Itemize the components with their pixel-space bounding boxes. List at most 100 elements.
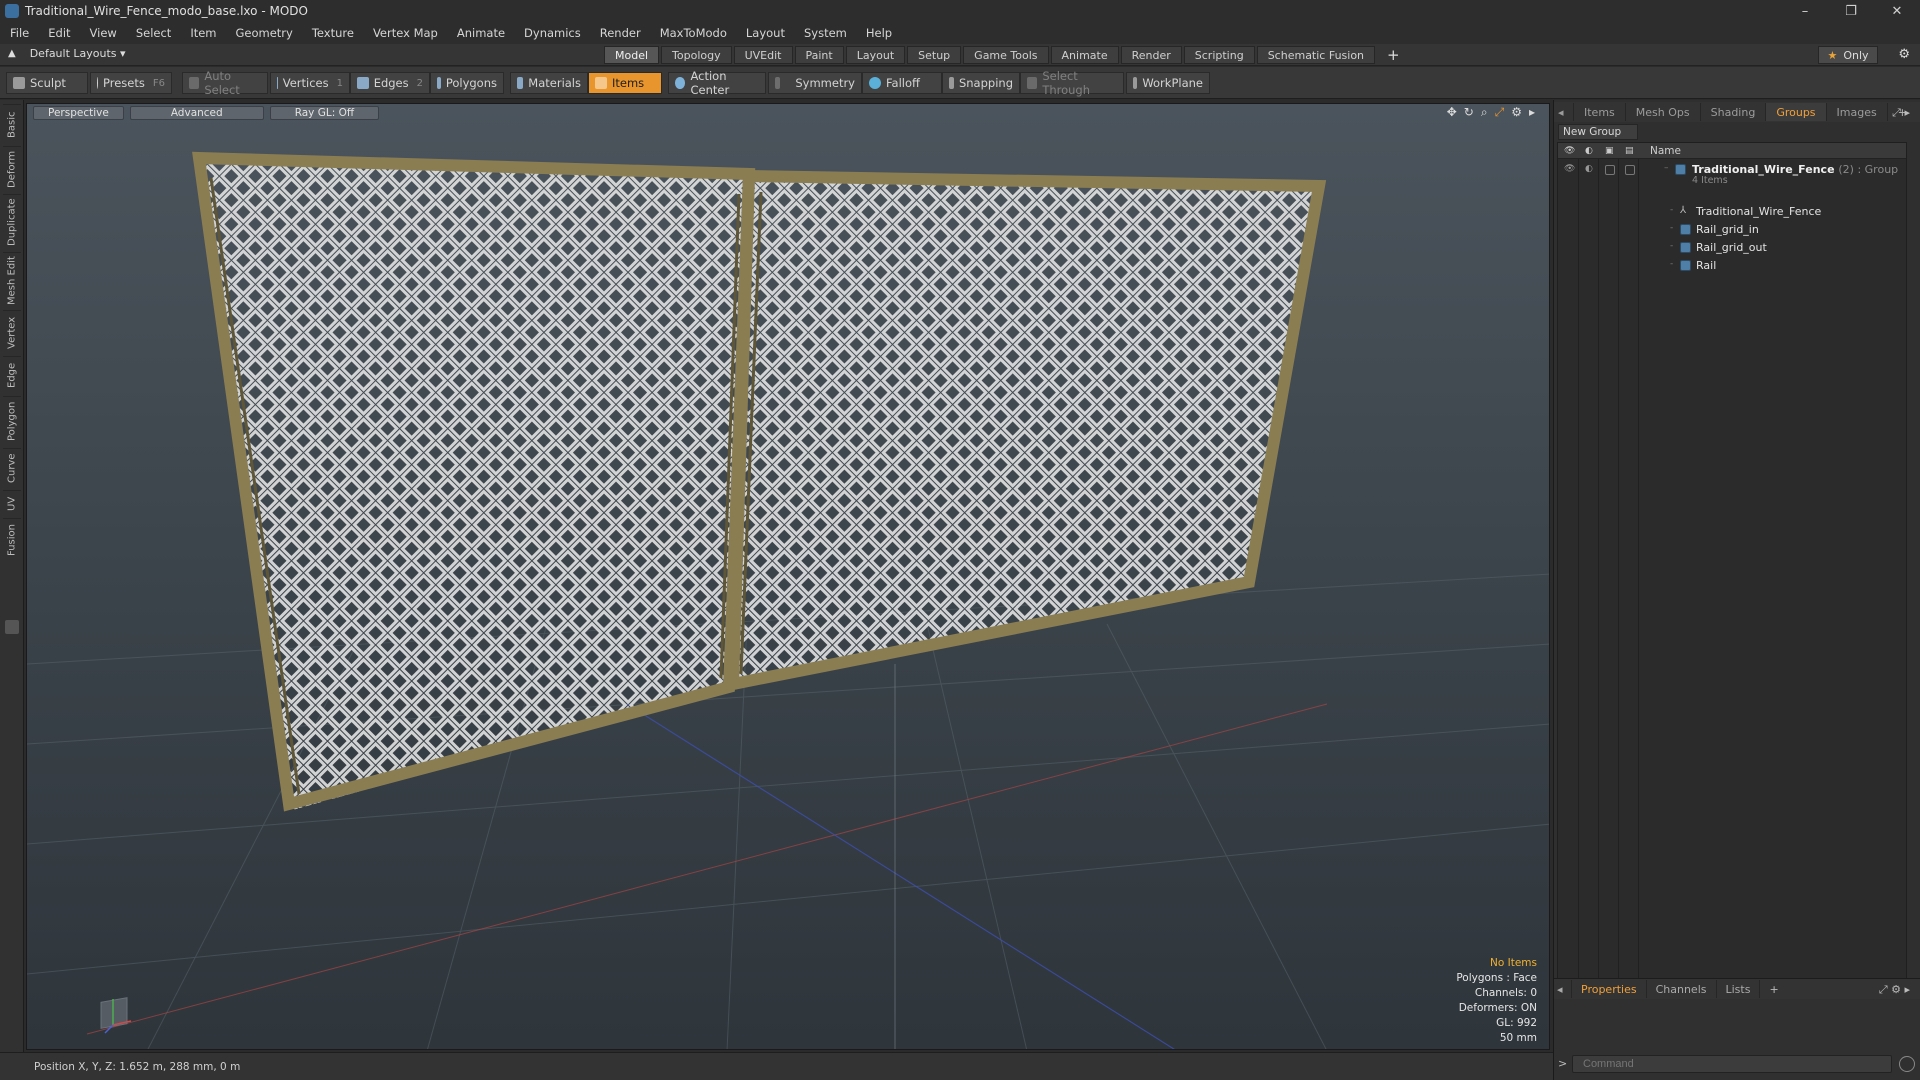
group-render-icon[interactable]: ◐ <box>1585 164 1596 175</box>
visibility-eye-icon[interactable]: 👁 <box>1564 146 1575 156</box>
items-button[interactable]: Items <box>588 72 662 94</box>
vtab-vertex[interactable]: Vertex <box>3 310 21 354</box>
menu-file[interactable]: File <box>10 26 29 40</box>
vtab-polygon[interactable]: Polygon <box>3 396 21 446</box>
list-item[interactable]: - ⅄ Traditional_Wire_Fence <box>1558 203 1906 221</box>
menu-edit[interactable]: Edit <box>48 26 70 40</box>
tab-model[interactable]: Model <box>604 46 660 64</box>
menu-layout[interactable]: Layout <box>746 26 785 40</box>
presets-button[interactable]: Presets F6 <box>90 72 172 94</box>
viewport-menu-arrow-icon[interactable]: ▸ <box>1529 105 1535 120</box>
minimize-button[interactable]: – <box>1782 0 1828 22</box>
zoom-icon[interactable]: ⌕ <box>1481 105 1488 120</box>
menu-dynamics[interactable]: Dynamics <box>524 26 581 40</box>
lock-icon[interactable]: ▣ <box>1605 146 1616 156</box>
tab-groups[interactable]: Groups <box>1766 103 1827 121</box>
vtab-mesh-edit[interactable]: Mesh Edit <box>3 252 21 308</box>
select-icon[interactable]: ▤ <box>1625 146 1636 156</box>
tab-lists[interactable]: Lists <box>1717 980 1761 998</box>
tab-scripting[interactable]: Scripting <box>1183 46 1255 64</box>
vtab-edge[interactable]: Edge <box>3 356 21 394</box>
3d-viewport[interactable]: Perspective Advanced Ray GL: Off ✥ ↻ ⌕ ⤢… <box>26 103 1550 1050</box>
menu-vertex-map[interactable]: Vertex Map <box>373 26 438 40</box>
shading-button[interactable]: Advanced <box>129 105 264 120</box>
list-item[interactable]: - Rail <box>1558 257 1906 275</box>
add-properties-tab-icon[interactable]: + <box>1760 980 1787 998</box>
tab-items[interactable]: Items <box>1574 103 1626 121</box>
tab-uvedit[interactable]: UVEdit <box>733 46 793 64</box>
menu-view[interactable]: View <box>90 26 117 40</box>
tab-mesh-ops[interactable]: Mesh Ops <box>1626 103 1701 121</box>
expand-panel-icon[interactable]: ⤢ ▸ <box>1892 106 1910 120</box>
vtab-deform[interactable]: Deform <box>3 146 21 192</box>
tab-schematic-fusion[interactable]: Schematic Fusion <box>1256 46 1376 64</box>
menu-item[interactable]: Item <box>190 26 216 40</box>
falloff-button[interactable]: Falloff <box>862 72 942 94</box>
tab-shading[interactable]: Shading <box>1701 103 1767 121</box>
tab-setup[interactable]: Setup <box>907 46 962 64</box>
tab-images[interactable]: Images <box>1827 103 1888 121</box>
render-icon[interactable]: ◐ <box>1585 146 1596 156</box>
panel-toggle-icon[interactable] <box>5 620 19 634</box>
only-button[interactable]: ★ Only <box>1818 46 1878 64</box>
collapse-icon[interactable]: ▲ <box>8 48 16 59</box>
viewport-settings-icon[interactable]: ⚙ <box>1511 105 1522 120</box>
tab-game-tools[interactable]: Game Tools <box>963 46 1049 64</box>
polygons-button[interactable]: Polygons <box>430 72 504 94</box>
vtab-uv[interactable]: UV <box>3 490 21 516</box>
tab-properties[interactable]: Properties <box>1572 980 1647 998</box>
group-visibility-eye-icon[interactable]: 👁 <box>1564 164 1575 175</box>
tab-animate[interactable]: Animate <box>1050 46 1119 64</box>
menu-texture[interactable]: Texture <box>312 26 354 40</box>
vtab-fusion[interactable]: Fusion <box>3 518 21 562</box>
menu-maxtomodo[interactable]: MaxToModo <box>660 26 727 40</box>
materials-button[interactable]: Materials <box>510 72 588 94</box>
workplane-button[interactable]: WorkPlane <box>1126 72 1210 94</box>
list-item[interactable]: - Rail_grid_out <box>1558 239 1906 257</box>
menu-animate[interactable]: Animate <box>457 26 505 40</box>
tab-render[interactable]: Render <box>1120 46 1182 64</box>
group-row[interactable]: 👁 ◐ – Traditional_Wire_Fence (2) : Group… <box>1558 161 1906 189</box>
vtab-duplicate[interactable]: Duplicate <box>3 194 21 250</box>
tab-topology[interactable]: Topology <box>661 46 732 64</box>
tab-channels[interactable]: Channels <box>1647 980 1717 998</box>
view-mode-button[interactable]: Perspective <box>33 105 124 120</box>
close-button[interactable]: ✕ <box>1874 0 1920 22</box>
command-history-icon[interactable] <box>1899 1056 1915 1072</box>
sculpt-button[interactable]: Sculpt <box>6 72 88 94</box>
layout-selector[interactable]: ▲ Default Layouts ▾ <box>8 47 126 60</box>
vertices-button[interactable]: Vertices 1 <box>270 72 350 94</box>
layout-selector-label: Default Layouts ▾ <box>29 47 126 60</box>
command-input[interactable] <box>1572 1055 1892 1073</box>
pan-icon[interactable]: ✥ <box>1447 105 1457 120</box>
tree-expander-icon[interactable]: – <box>1664 163 1669 173</box>
menu-select[interactable]: Select <box>136 26 171 40</box>
list-item[interactable]: - Rail_grid_in <box>1558 221 1906 239</box>
snapping-button[interactable]: Snapping <box>942 72 1020 94</box>
gear-icon[interactable]: ⚙ <box>1898 47 1910 62</box>
action-center-button[interactable]: Action Center <box>668 69 766 97</box>
properties-menu-icon[interactable]: ◂ <box>1554 980 1572 998</box>
rotate-icon[interactable]: ↻ <box>1464 105 1474 120</box>
raygl-button[interactable]: Ray GL: Off <box>269 105 380 120</box>
maximize-icon[interactable]: ⤢ <box>1495 105 1505 120</box>
tab-layout[interactable]: Layout <box>845 46 906 64</box>
expand-properties-icon[interactable]: ⤢ ⚙ ▸ <box>1879 983 1910 997</box>
menu-help[interactable]: Help <box>866 26 892 40</box>
group-select-checkbox[interactable] <box>1625 165 1635 175</box>
edges-button[interactable]: Edges 2 <box>350 72 430 94</box>
restore-button[interactable]: ❐ <box>1828 0 1874 22</box>
auto-select-button[interactable]: Auto Select <box>182 69 268 97</box>
panel-menu-icon[interactable]: ◂ <box>1554 103 1574 121</box>
vtab-basic[interactable]: Basic <box>3 104 21 144</box>
menu-system[interactable]: System <box>804 26 847 40</box>
vtab-curve[interactable]: Curve <box>3 448 21 488</box>
add-tab-plus-icon[interactable]: + <box>1377 46 1410 64</box>
symmetry-button[interactable]: Symmetry <box>768 72 862 94</box>
group-lock-checkbox[interactable] <box>1605 165 1615 175</box>
select-through-button[interactable]: Select Through <box>1020 69 1124 97</box>
tab-paint[interactable]: Paint <box>794 46 844 64</box>
menu-geometry[interactable]: Geometry <box>236 26 293 40</box>
menu-render[interactable]: Render <box>600 26 641 40</box>
new-group-button[interactable]: New Group <box>1558 124 1638 140</box>
